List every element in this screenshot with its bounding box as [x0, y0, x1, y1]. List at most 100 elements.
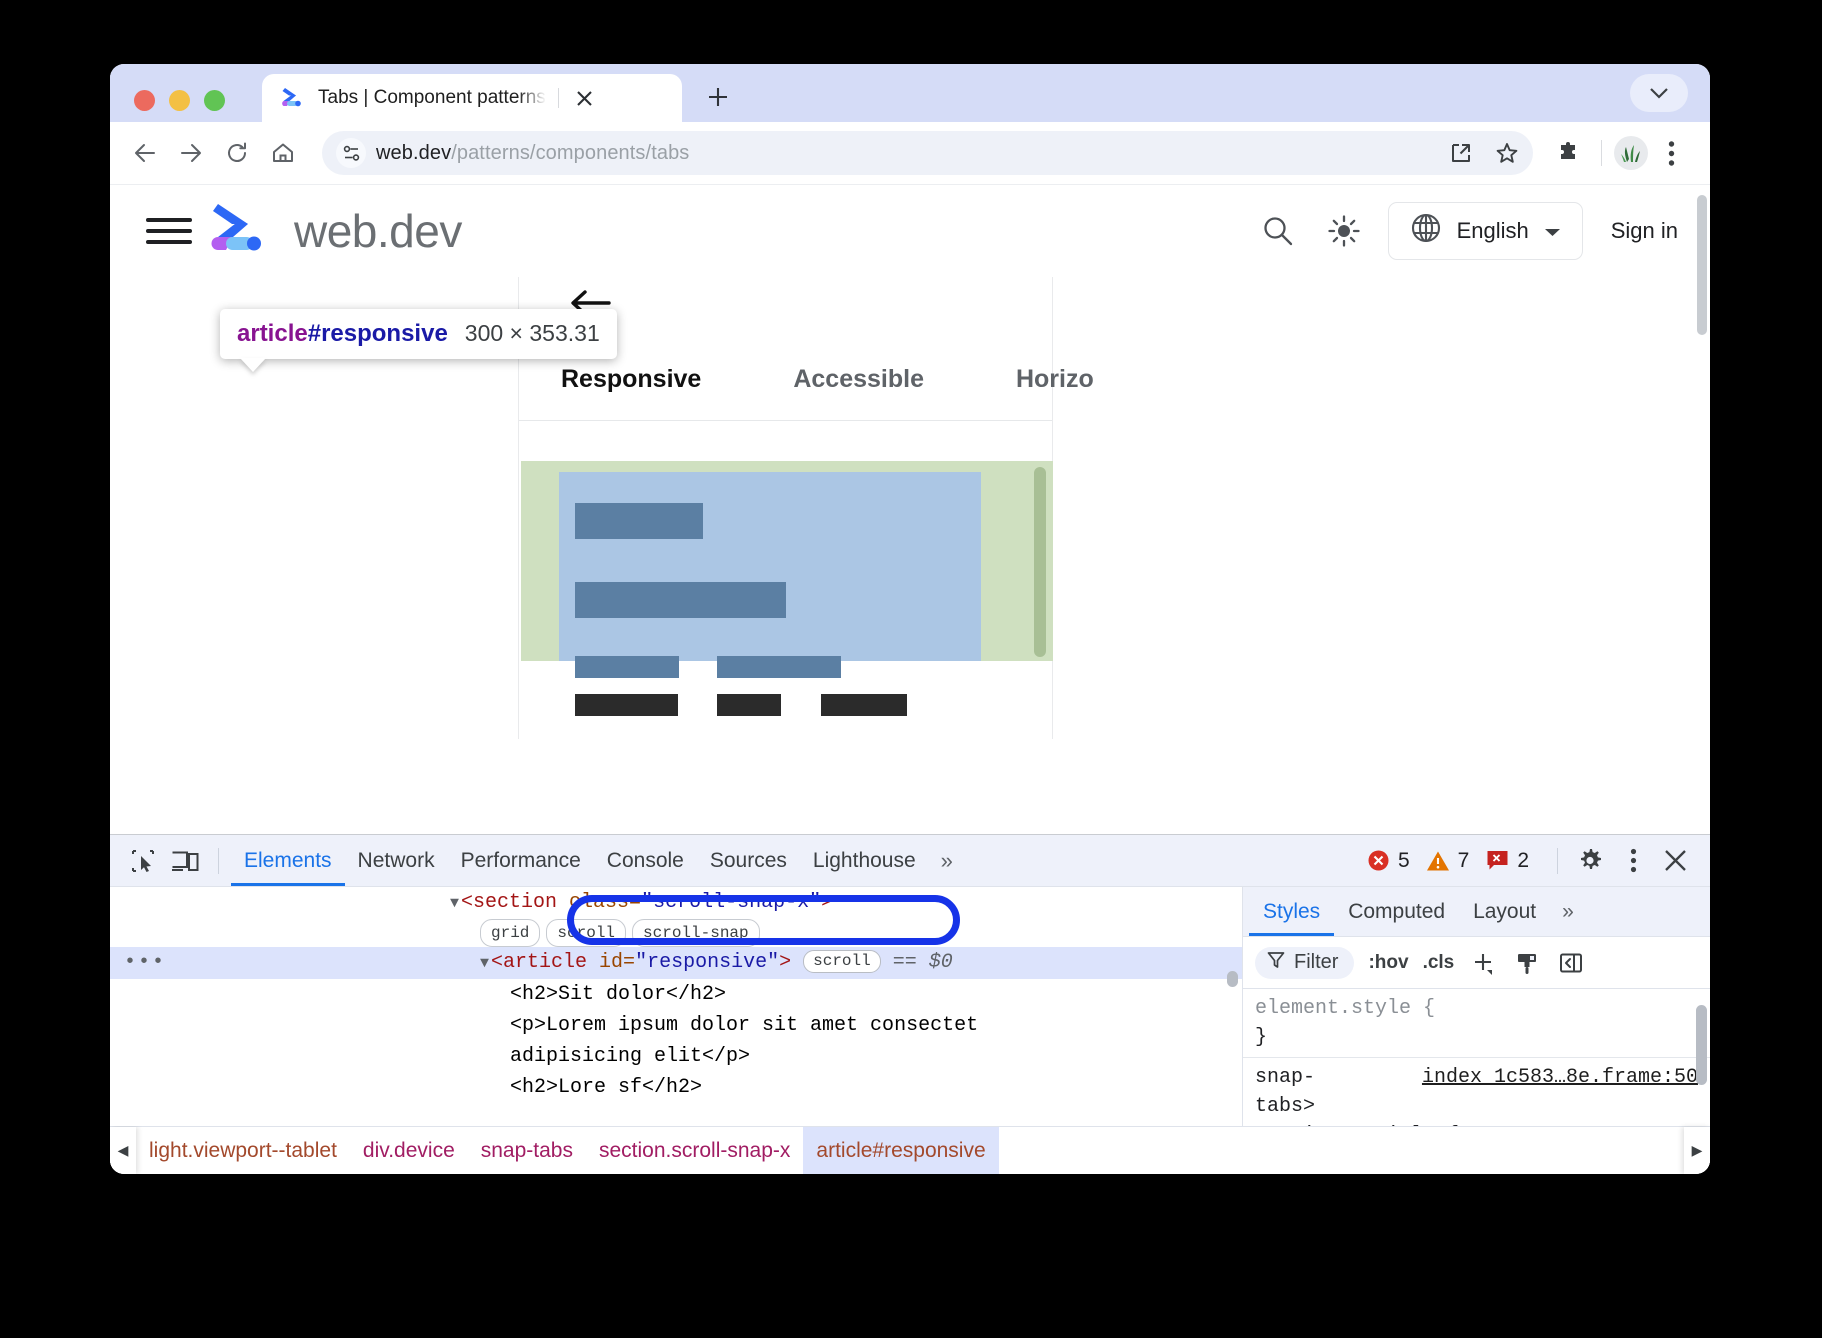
- inspector-tooltip: article#responsive 300 × 353.31: [220, 309, 617, 359]
- star-icon[interactable]: [1489, 135, 1525, 171]
- dom-row-menu-icon[interactable]: •••: [124, 947, 166, 978]
- new-tab-button[interactable]: [698, 77, 738, 117]
- tab-search-chevron-down-icon[interactable]: [1630, 74, 1688, 112]
- address-bar[interactable]: web.dev/patterns/components/tabs: [322, 131, 1533, 175]
- open-in-new-icon[interactable]: [1443, 135, 1479, 171]
- styles-more-double-chevron-right-icon[interactable]: »: [1550, 900, 1586, 924]
- placeholder-bar: [575, 582, 786, 618]
- warning-icon: [1426, 848, 1451, 873]
- demo-tab-horizontal[interactable]: Horizo: [1016, 365, 1094, 394]
- css-chip-scroll-snap[interactable]: scroll-snap: [632, 919, 760, 947]
- url-text: web.dev/patterns/components/tabs: [376, 142, 1433, 165]
- close-window-button[interactable]: [134, 90, 155, 111]
- dom-node-section[interactable]: ▼<section class="scroll-snap-x">: [110, 887, 1242, 919]
- device-toolbar-icon[interactable]: [164, 840, 206, 882]
- home-icon[interactable]: [262, 132, 304, 174]
- devtools-tab-network[interactable]: Network: [345, 835, 448, 886]
- css-chip-grid[interactable]: grid: [480, 919, 540, 947]
- breadcrumb-item-section[interactable]: section.scroll-snap-x: [586, 1127, 803, 1174]
- style-rule-element-style[interactable]: element.style { }: [1243, 989, 1710, 1058]
- close-tab-icon[interactable]: [571, 84, 599, 112]
- search-icon[interactable]: [1256, 209, 1300, 253]
- browser-window: Tabs | Component patterns: [110, 64, 1710, 1174]
- sign-in-button[interactable]: Sign in: [1605, 218, 1684, 244]
- styles-tab-styles[interactable]: Styles: [1249, 887, 1334, 936]
- styles-tab-layout[interactable]: Layout: [1459, 887, 1550, 936]
- maximize-window-button[interactable]: [204, 90, 225, 111]
- cls-toggle[interactable]: .cls: [1423, 952, 1455, 974]
- stylesheet-source-link[interactable]: index_1c583…8e.frame:50: [1422, 1063, 1698, 1092]
- forward-arrow-icon[interactable]: [170, 132, 212, 174]
- error-count-badge[interactable]: 5: [1366, 848, 1410, 873]
- three-dot-menu-icon[interactable]: [1650, 132, 1692, 174]
- dom-tree[interactable]: ▼<section class="scroll-snap-x"> gridscr…: [110, 887, 1243, 1126]
- puzzle-piece-icon[interactable]: [1547, 132, 1589, 174]
- expand-triangle-icon: ▼: [480, 955, 489, 972]
- site-header: web.dev: [110, 185, 1710, 277]
- breadcrumb-items: light.viewport--tablet div.device snap-t…: [136, 1127, 1684, 1174]
- breadcrumb-item-snap-tabs[interactable]: snap-tabs: [468, 1127, 586, 1174]
- style-rule-snap-tabs[interactable]: snap- index_1c583…8e.frame:50 tabs> sect…: [1243, 1058, 1710, 1126]
- style-selector-part3: section>article {: [1255, 1121, 1698, 1126]
- demo-scrollbar-thumb[interactable]: [1034, 467, 1046, 657]
- styles-rules-list[interactable]: element.style { } snap- index_1c583…8e.f…: [1243, 989, 1710, 1126]
- dom-node-article-selected[interactable]: •••▼<article id="responsive"> scroll == …: [110, 947, 1242, 979]
- styles-pane: Styles Computed Layout » Filter :hov .cl…: [1243, 887, 1710, 1126]
- devtools-tab-performance[interactable]: Performance: [448, 835, 594, 886]
- devtools-tab-sources[interactable]: Sources: [697, 835, 800, 886]
- plus-icon[interactable]: [1468, 948, 1498, 978]
- scroll-badge[interactable]: scroll: [803, 950, 881, 973]
- breadcrumb-chevron-right-icon[interactable]: ▶: [1684, 1127, 1710, 1174]
- site-logo[interactable]: web.dev: [210, 200, 462, 263]
- minimize-window-button[interactable]: [169, 90, 190, 111]
- dom-section-attr: class=: [569, 891, 641, 914]
- breadcrumb-item-viewport[interactable]: light.viewport--tablet: [136, 1127, 350, 1174]
- dom-node-h2-a[interactable]: <h2>Sit dolor</h2>: [110, 979, 1242, 1010]
- profile-avatar[interactable]: [1614, 136, 1648, 170]
- paint-brush-icon[interactable]: [1512, 948, 1542, 978]
- header-actions: English Sign in: [1256, 202, 1684, 260]
- breadcrumb-item-div-device[interactable]: div.device: [350, 1127, 468, 1174]
- style-selector-part2: tabs>: [1255, 1092, 1698, 1121]
- demo-tab-accessible[interactable]: Accessible: [793, 365, 924, 394]
- devtools-panel: Elements Network Performance Console Sou…: [110, 834, 1710, 1174]
- dom-section-value: "scroll-snap-x": [641, 891, 821, 914]
- dom-node-p[interactable]: <p>Lorem ipsum dolor sit amet consectet: [110, 1010, 1242, 1041]
- dom-node-h2-b[interactable]: <h2>Lore sf</h2>: [110, 1072, 1242, 1103]
- demo-tab-underline: [519, 420, 1052, 421]
- more-tabs-double-chevron-right-icon[interactable]: »: [929, 848, 965, 874]
- warning-count-badge[interactable]: 7: [1426, 848, 1470, 873]
- breadcrumb-chevron-left-icon[interactable]: ◀: [110, 1127, 136, 1174]
- inspector-id: #responsive: [308, 320, 448, 347]
- language-label: English: [1457, 218, 1529, 244]
- styles-scrollbar-thumb[interactable]: [1696, 1005, 1707, 1085]
- styles-tab-computed[interactable]: Computed: [1334, 887, 1459, 936]
- issue-count-badge[interactable]: 2: [1485, 848, 1529, 873]
- webdev-logo-icon: [210, 200, 272, 263]
- hov-toggle[interactable]: :hov: [1368, 952, 1408, 974]
- demo-tab-responsive[interactable]: Responsive: [561, 365, 701, 394]
- devtools-tab-elements[interactable]: Elements: [231, 835, 345, 886]
- styles-filter-input[interactable]: Filter: [1255, 947, 1354, 979]
- sun-theme-icon[interactable]: [1322, 209, 1366, 253]
- back-arrow-icon[interactable]: [124, 132, 166, 174]
- site-settings-icon[interactable]: [336, 138, 366, 168]
- browser-tab[interactable]: Tabs | Component patterns: [262, 74, 682, 122]
- devtools-tab-lighthouse[interactable]: Lighthouse: [800, 835, 929, 886]
- demo-tab-list: Responsive Accessible Horizo: [519, 365, 1052, 394]
- page-scrollbar-thumb[interactable]: [1697, 195, 1707, 335]
- css-chip-scroll[interactable]: scroll: [546, 919, 626, 947]
- hamburger-menu-icon[interactable]: [140, 218, 192, 244]
- devtools-overflow-three-dot-menu-icon[interactable]: [1612, 840, 1654, 882]
- gear-icon[interactable]: [1570, 840, 1612, 882]
- devtools-tab-console[interactable]: Console: [594, 835, 697, 886]
- inspect-element-icon[interactable]: [122, 840, 164, 882]
- tab-strip: Tabs | Component patterns: [110, 64, 1710, 122]
- toggle-sidebar-icon[interactable]: [1556, 948, 1586, 978]
- close-devtools-icon[interactable]: [1654, 840, 1696, 882]
- reload-icon[interactable]: [216, 132, 258, 174]
- dom-console-ref: == $0: [893, 951, 953, 974]
- language-selector[interactable]: English: [1388, 202, 1583, 260]
- dom-tree-scrollbar-thumb[interactable]: [1227, 971, 1238, 987]
- breadcrumb-item-article[interactable]: article#responsive: [803, 1127, 998, 1174]
